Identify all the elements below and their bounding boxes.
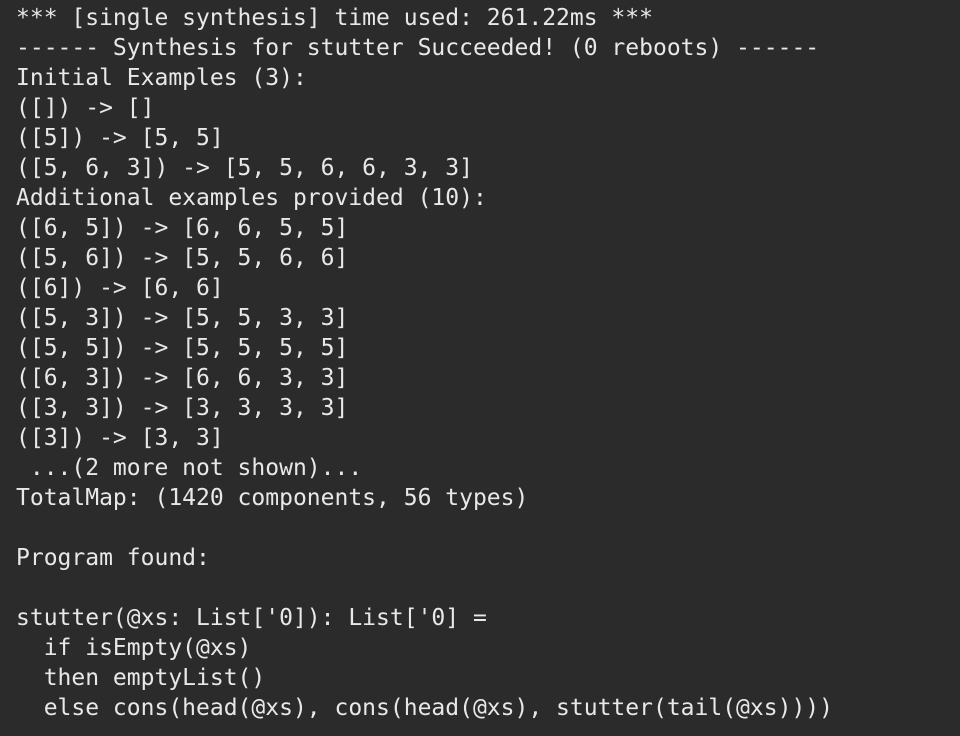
example-line: ([6, 5]) -> [6, 6, 5, 5]: [16, 215, 349, 241]
example-line: ([5, 6]) -> [5, 5, 6, 6]: [16, 245, 349, 271]
program-then-line: then emptyList(): [16, 665, 266, 691]
example-line: ([5, 5]) -> [5, 5, 5, 5]: [16, 335, 349, 361]
program-found-label: Program found:: [16, 545, 210, 571]
example-line: ([5]) -> [5, 5]: [16, 125, 224, 151]
program-if-line: if isEmpty(@xs): [16, 635, 252, 661]
program-signature-line: stutter(@xs: List['0]): List['0] =: [16, 605, 487, 631]
totalmap-line: TotalMap: (1420 components, 56 types): [16, 485, 529, 511]
more-not-shown-line: ...(2 more not shown)...: [16, 455, 363, 481]
timing-line: *** [single synthesis] time used: 261.22…: [16, 5, 653, 31]
example-line: ([3, 3]) -> [3, 3, 3, 3]: [16, 395, 349, 421]
example-line: ([3]) -> [3, 3]: [16, 425, 224, 451]
example-line: ([5, 6, 3]) -> [5, 5, 6, 6, 3, 3]: [16, 155, 473, 181]
example-line: ([5, 3]) -> [5, 5, 3, 3]: [16, 305, 349, 331]
example-line: ([6, 3]) -> [6, 6, 3, 3]: [16, 365, 349, 391]
example-line: ([]) -> []: [16, 95, 155, 121]
example-line: ([6]) -> [6, 6]: [16, 275, 224, 301]
synthesis-result-line: ------ Synthesis for stutter Succeeded! …: [16, 35, 820, 61]
additional-examples-header: Additional examples provided (10):: [16, 185, 487, 211]
program-else-line: else cons(head(@xs), cons(head(@xs), stu…: [16, 695, 833, 721]
terminal-output[interactable]: *** [single synthesis] time used: 261.22…: [0, 0, 960, 736]
initial-examples-header: Initial Examples (3):: [16, 65, 307, 91]
